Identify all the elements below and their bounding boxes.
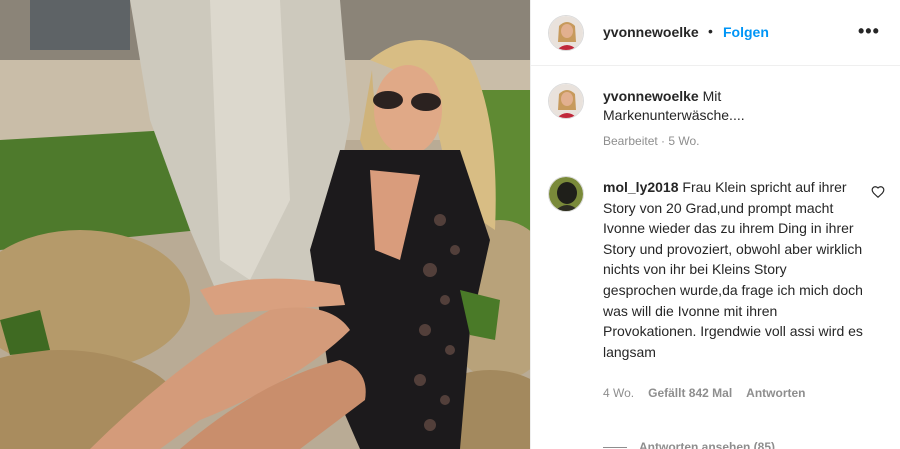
header-username[interactable]: yvonnewoelke (603, 24, 699, 40)
caption-username[interactable]: yvonnewoelke (603, 88, 699, 104)
post-caption: yvonnewoelke Mit Markenunterwäsche.... (603, 87, 863, 125)
avatar[interactable] (548, 15, 584, 51)
more-options-icon[interactable]: ••• (858, 22, 880, 40)
separator-dot: • (708, 23, 713, 39)
comment-avatar[interactable] (548, 176, 584, 212)
comment: mol_ly2018 Frau Klein spricht auf ihrer … (603, 177, 863, 362)
post-image[interactable] (0, 0, 530, 449)
view-replies-label[interactable]: Antworten ansehen (85) (639, 440, 775, 449)
replies-divider (603, 446, 627, 448)
caption-avatar[interactable] (548, 83, 584, 119)
comment-text: Frau Klein spricht auf ihrer Story von 2… (603, 179, 863, 360)
comment-meta: 4 Wo. Gefällt 842 Mal Antworten (603, 386, 806, 400)
comment-age: 4 Wo. (603, 386, 635, 400)
view-replies-button[interactable]: Antworten ansehen (85) (603, 440, 775, 449)
caption-meta: Bearbeitet · 5 Wo. (603, 134, 700, 148)
post-sidebar: yvonnewoelke • Folgen ••• yvonnewoelke M… (530, 0, 900, 449)
heart-icon[interactable] (871, 185, 885, 199)
post-header: yvonnewoelke • Folgen ••• (531, 0, 900, 66)
comment-username[interactable]: mol_ly2018 (603, 179, 679, 195)
follow-button[interactable]: Folgen (723, 24, 769, 40)
reply-button[interactable]: Antworten (746, 386, 805, 400)
comment-likes[interactable]: Gefällt 842 Mal (648, 386, 732, 400)
